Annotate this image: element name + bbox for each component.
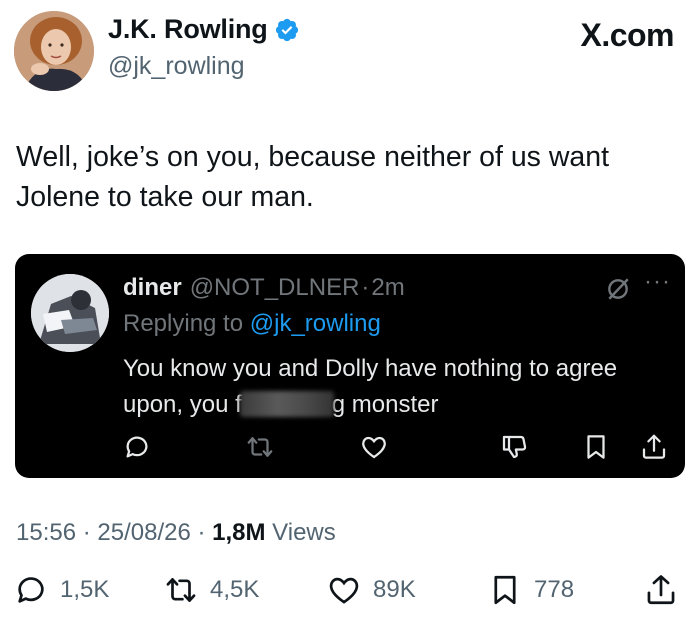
dislike-icon[interactable] (499, 432, 529, 462)
verified-badge-icon (275, 18, 298, 41)
quoted-header: diner @NOT_DLNER · 2m (123, 274, 405, 302)
author-avatar[interactable] (14, 11, 94, 91)
quoted-age[interactable]: 2m (371, 274, 404, 302)
author-handle[interactable]: @jk_rowling (108, 52, 245, 81)
reply-icon[interactable] (122, 432, 152, 462)
views-label: Views (272, 519, 336, 546)
author-name[interactable]: J.K. Rowling (108, 14, 268, 45)
views-count: 1,8M (212, 519, 266, 546)
like-count: 89K (373, 576, 416, 603)
share-icon[interactable] (639, 432, 669, 462)
bookmark-button[interactable]: 778 (488, 573, 574, 607)
quoted-user-avatar[interactable] (31, 274, 109, 352)
quoted-name[interactable]: diner (123, 274, 182, 302)
replying-mention-link[interactable]: @jk_rowling (250, 310, 381, 337)
tweet-timestamp-line[interactable]: 15:56 · 25/08/26 · 1,8M Views (16, 519, 336, 547)
bookmark-icon[interactable] (581, 432, 611, 462)
embedded-reply-card[interactable]: diner @NOT_DLNER · 2m ··· Replying to @j… (15, 254, 685, 478)
repost-icon (166, 578, 196, 602)
reply-icon (18, 577, 44, 603)
tweet-time: 15:56 · 25/08/26 · (16, 519, 206, 546)
x-com-logo: X.com (580, 17, 674, 53)
like-icon[interactable] (359, 432, 389, 462)
quoted-text: You know you and Dolly have nothing to a… (123, 351, 668, 423)
replying-prefix: Replying to (123, 310, 244, 337)
repost-button[interactable]: 4,5K (164, 573, 259, 607)
repost-icon[interactable] (245, 432, 275, 462)
repost-count: 4,5K (210, 576, 260, 603)
quoted-text-after: g monster (331, 391, 439, 418)
censor-blur (239, 391, 334, 417)
like-button[interactable]: 89K (327, 573, 416, 607)
bookmark-icon (494, 575, 516, 605)
more-options-icon[interactable]: ··· (644, 268, 671, 296)
tweet-text: Well, joke’s on you, because neither of … (16, 141, 610, 213)
reply-button[interactable]: 1,5K (14, 573, 109, 607)
quoted-action-bar (15, 432, 685, 464)
share-icon (647, 575, 675, 605)
tweet-action-bar: 1,5K 4,5K 89K 778 (0, 573, 700, 617)
quoted-separator: · (361, 274, 370, 301)
bookmark-count: 778 (534, 576, 575, 603)
reply-count: 1,5K (60, 576, 110, 603)
replying-to-line: Replying to @jk_rowling (123, 310, 381, 338)
like-icon (329, 577, 359, 604)
quoted-handle[interactable]: @NOT_DLNER (190, 274, 360, 302)
share-button[interactable] (644, 573, 678, 607)
grok-icon[interactable] (605, 276, 631, 302)
author-name-row[interactable]: J.K. Rowling (108, 14, 300, 45)
